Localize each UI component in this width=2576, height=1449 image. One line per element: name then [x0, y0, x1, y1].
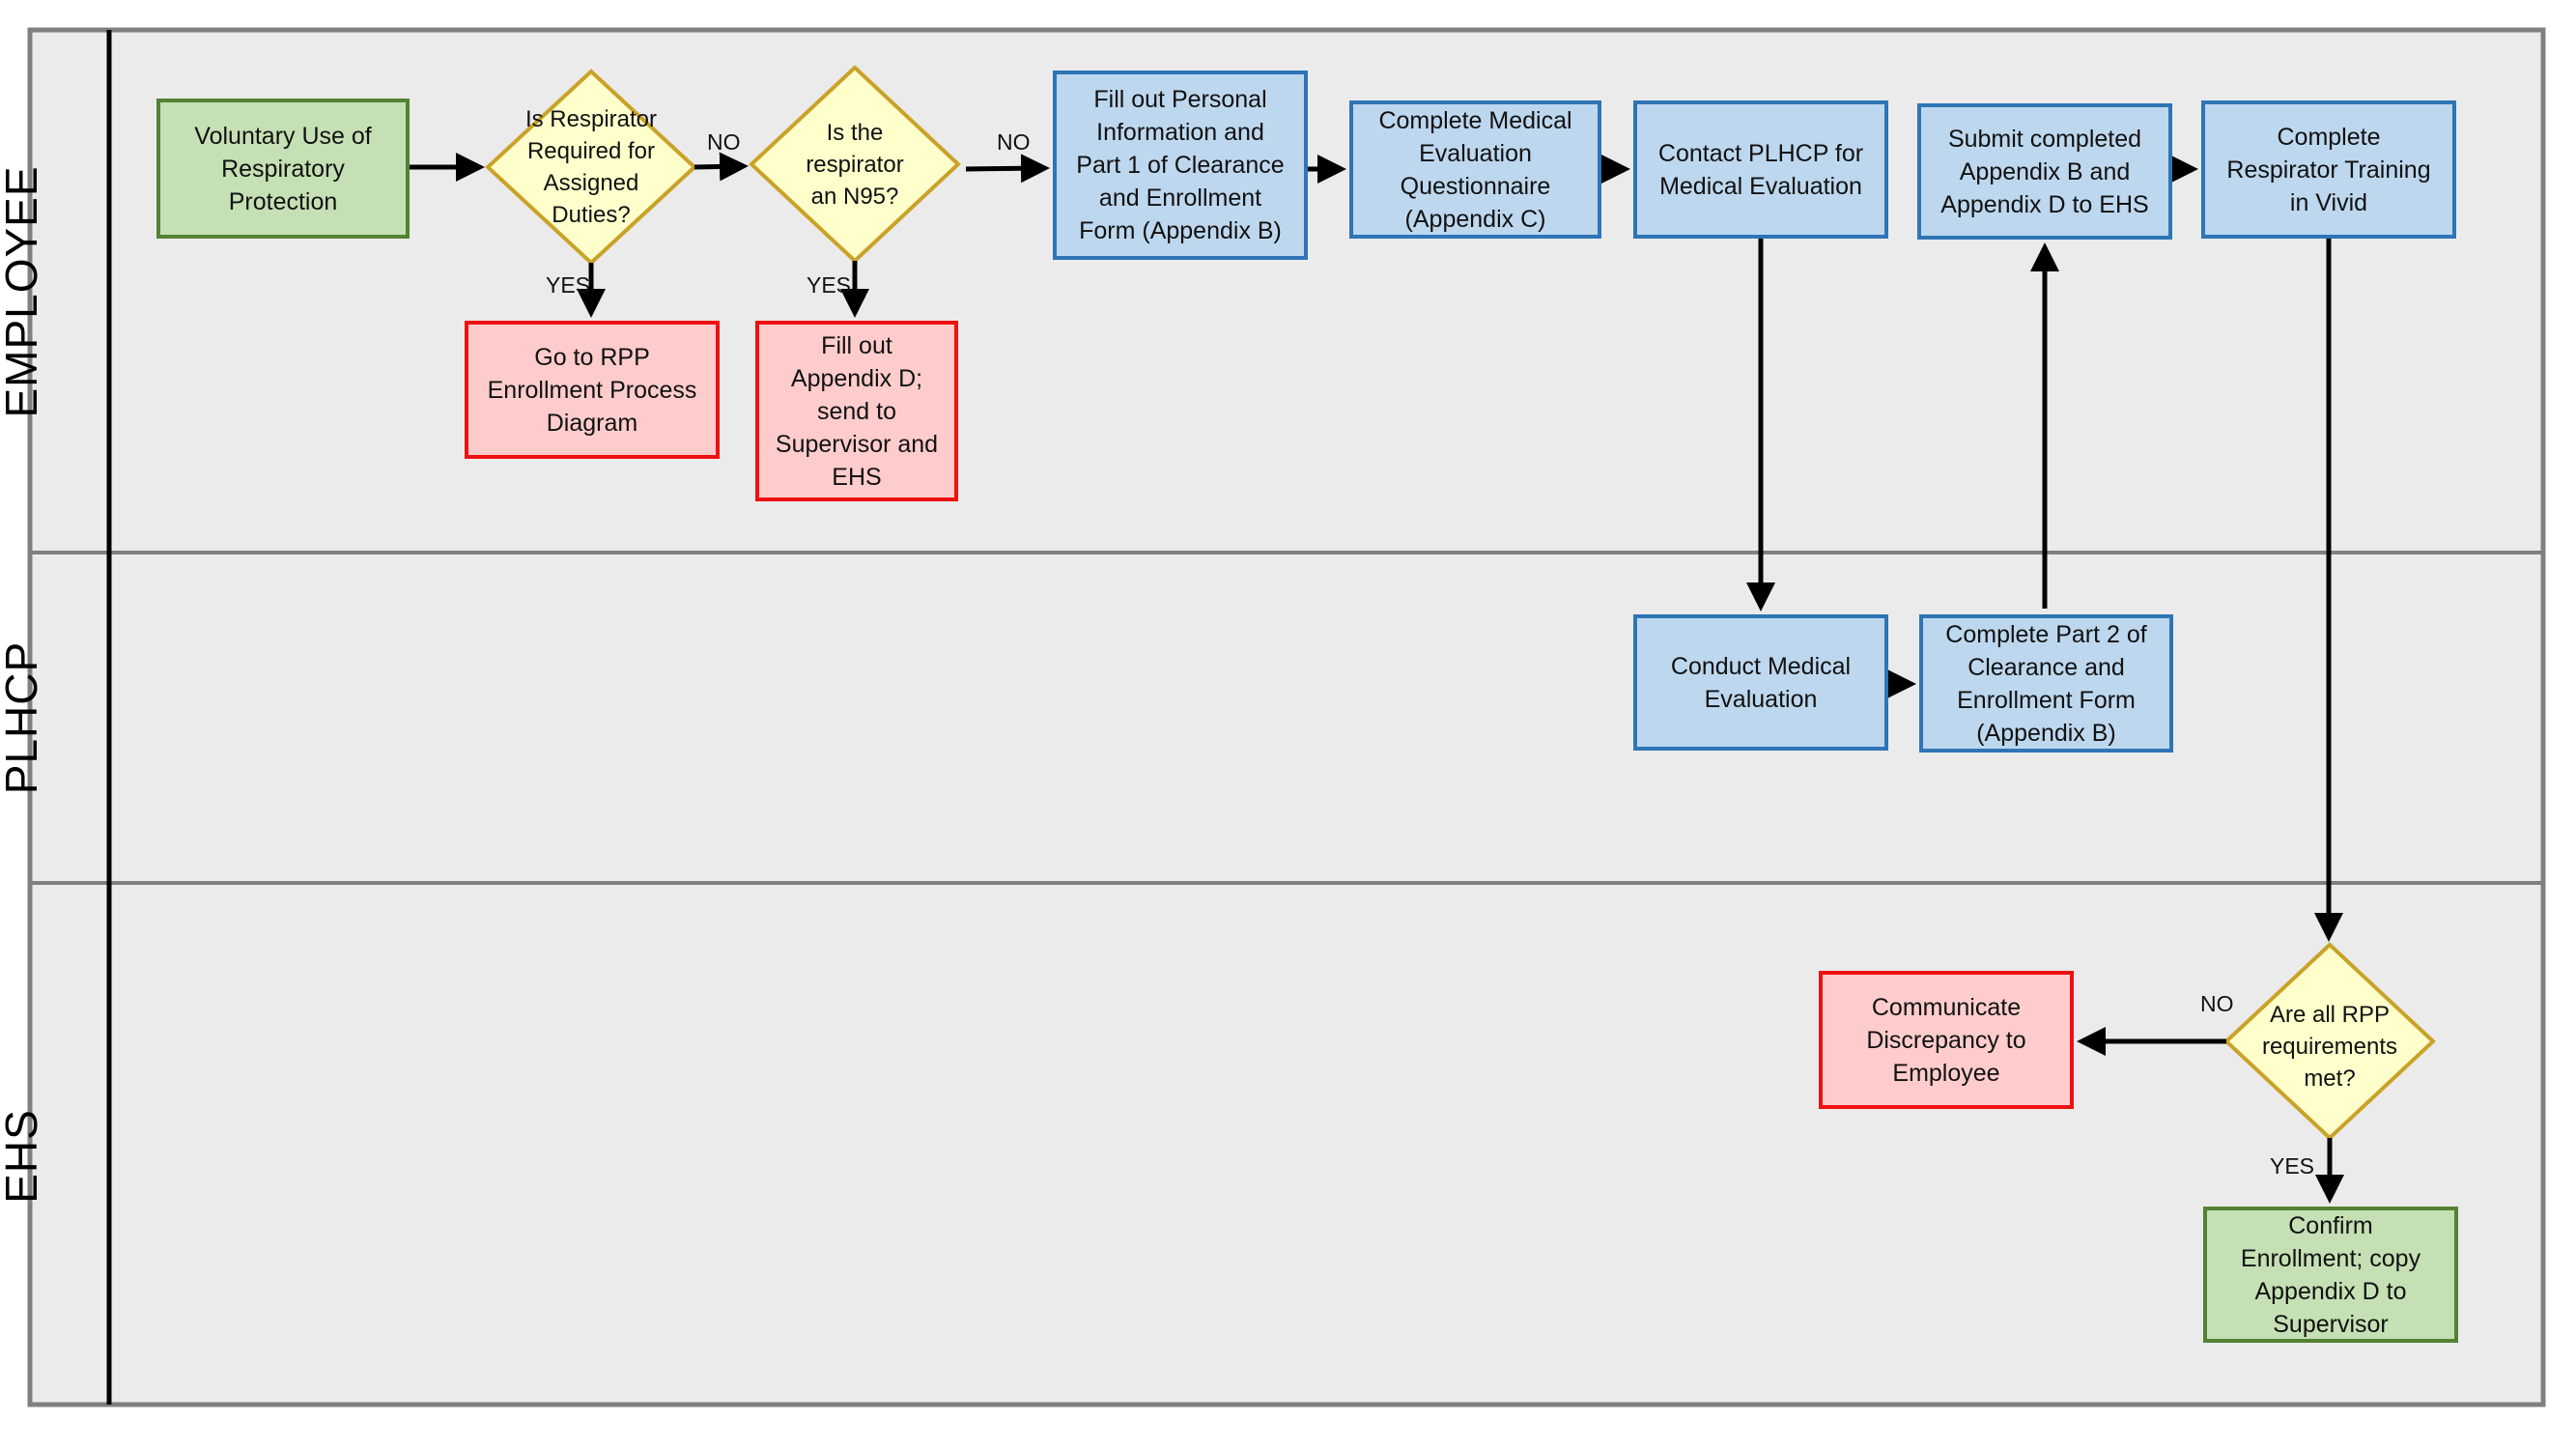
node-conduct-medical[interactable]: Conduct Medical Evaluation	[1633, 614, 1888, 751]
node-communicate-discrepancy[interactable]: Communicate Discrepancy to Employee	[1819, 971, 2074, 1109]
decision-required[interactable]: Is Respirator Required for Assigned Duti…	[495, 95, 688, 240]
edge-label-n95-yes: YES	[807, 272, 852, 298]
lane-label-ehs: EHS	[0, 1109, 46, 1204]
node-complete-part2[interactable]: Complete Part 2 of Clearance and Enrollm…	[1919, 614, 2173, 753]
edge-label-requirements-no: NO	[2200, 991, 2234, 1016]
node-voluntary-use[interactable]: Voluntary Use of Respiratory Protection	[156, 99, 410, 239]
node-fill-out-appendix-d[interactable]: Fill out Appendix D; send to Supervisor …	[755, 321, 958, 501]
node-complete-questionnaire-text: Complete Medical Evaluation Questionnair…	[1378, 106, 1572, 233]
lane-label-employee: EMPLOYEE	[0, 165, 46, 418]
decision-n95[interactable]: Is the respirator an N95?	[763, 106, 947, 222]
node-go-to-rpp[interactable]: Go to RPP Enrollment Process Diagram	[465, 321, 720, 459]
edge-label-n95-no: NO	[997, 129, 1031, 155]
node-complete-questionnaire[interactable]: Complete Medical Evaluation Questionnair…	[1349, 100, 1601, 239]
arrow-n95-no-to-personal	[965, 154, 1050, 184]
node-submit-completed-text: Submit completed Appendix B and Appendix…	[1940, 125, 2149, 218]
decision-requirements[interactable]: Are all RPP requirements met?	[2238, 993, 2421, 1099]
edge-label-required-no: NO	[707, 129, 741, 155]
node-complete-training-text: Complete Respirator Training in Vivid	[2226, 123, 2431, 216]
lane-label-plhcp: PLHCP	[0, 640, 46, 795]
node-confirm-enrollment[interactable]: Confirm Enrollment; copy Appendix D to S…	[2203, 1207, 2458, 1343]
node-go-to-rpp-text: Go to RPP Enrollment Process Diagram	[487, 343, 697, 437]
node-fill-out-appendix-d-text: Fill out Appendix D; send to Supervisor …	[775, 331, 939, 491]
node-fill-out-personal-text: Fill out Personal Information and Part 1…	[1076, 86, 1285, 244]
edge-label-required-yes: YES	[546, 272, 591, 298]
node-complete-part2-text: Complete Part 2 of Clearance and Enrollm…	[1945, 620, 2147, 747]
edge-label-requirements-yes: YES	[2270, 1153, 2315, 1179]
swimlane-diagram: EMPLOYEE PLHCP EHS Voluntary Use of Resp…	[0, 0, 2576, 1449]
node-conduct-medical-text: Conduct Medical Evaluation	[1670, 652, 1852, 713]
node-submit-completed[interactable]: Submit completed Appendix B and Appendix…	[1917, 103, 2172, 240]
node-confirm-enrollment-text: Confirm Enrollment; copy Appendix D to S…	[2240, 1211, 2421, 1338]
node-complete-training[interactable]: Complete Respirator Training in Vivid	[2201, 100, 2456, 239]
node-fill-out-personal[interactable]: Fill out Personal Information and Part 1…	[1053, 71, 1308, 260]
arrow-required-no-to-n95	[694, 152, 749, 182]
node-communicate-discrepancy-text: Communicate Discrepancy to Employee	[1866, 993, 2026, 1087]
node-voluntary-use-text: Voluntary Use of Respiratory Protection	[194, 122, 372, 215]
node-contact-plhcp[interactable]: Contact PLHCP for Medical Evaluation	[1633, 100, 1888, 239]
node-contact-plhcp-text: Contact PLHCP for Medical Evaluation	[1657, 139, 1864, 200]
